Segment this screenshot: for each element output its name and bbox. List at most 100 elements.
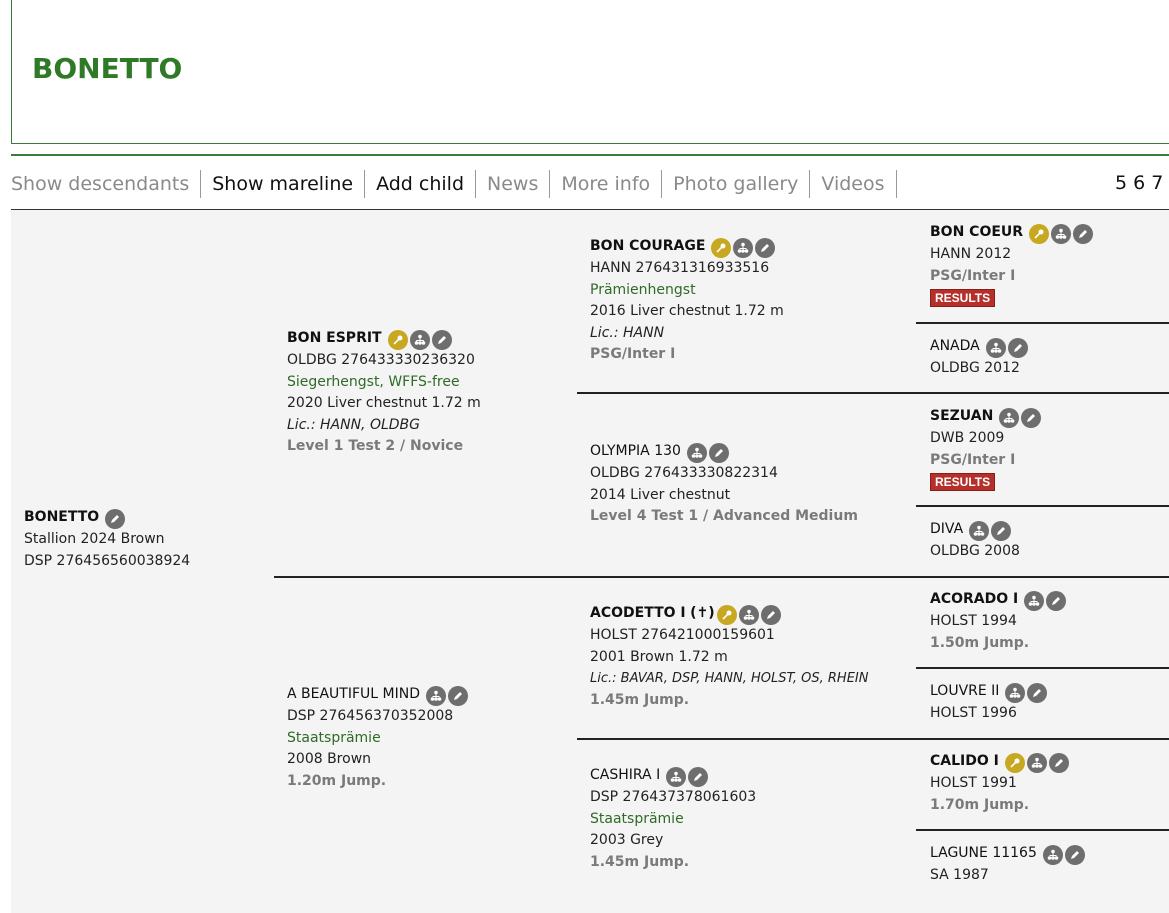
horse-dam-sire: ACODETTO I (✝) HOLST 276421000159601 200… bbox=[590, 603, 868, 711]
horse-name-link[interactable]: SEZUAN bbox=[930, 408, 993, 424]
divider bbox=[916, 505, 1169, 507]
divider bbox=[577, 738, 1169, 740]
horse-reg: HANN 276431316933516 bbox=[590, 260, 770, 276]
deceased-cross: (✝) bbox=[690, 605, 715, 621]
key-icon[interactable] bbox=[1029, 224, 1050, 244]
pedigree-icon[interactable] bbox=[686, 443, 707, 463]
horse-sss: BON COEUR HANN 2012 PSG/Inter I RESULTS bbox=[930, 222, 1094, 310]
horse-reg: OLDBG 276433330822314 bbox=[590, 465, 778, 481]
nav-show-mareline[interactable]: Show mareline bbox=[201, 170, 366, 198]
nav-add-child[interactable]: Add child bbox=[365, 170, 477, 198]
horse-info: 2001 Brown 1.72 m bbox=[590, 648, 728, 665]
pedigree-icon[interactable] bbox=[999, 408, 1020, 428]
edit-icon[interactable] bbox=[1021, 408, 1042, 428]
edit-icon[interactable] bbox=[760, 605, 781, 625]
horse-reg: DWB 2009 bbox=[930, 430, 1005, 446]
header-box: BONETTO bbox=[11, 0, 1169, 144]
horse-name-link[interactable]: CALIDO I bbox=[930, 753, 999, 769]
divider bbox=[577, 392, 1169, 394]
horse-name-link[interactable]: BON COURAGE bbox=[590, 238, 705, 254]
pedigree-icon[interactable] bbox=[1024, 591, 1045, 611]
horse-reg: DSP 276437378061603 bbox=[590, 789, 757, 805]
pedigree-icon[interactable] bbox=[1005, 683, 1026, 703]
horse-info: 2008 Brown bbox=[287, 751, 372, 767]
edit-icon[interactable] bbox=[1007, 338, 1028, 358]
action-nav: Show descendants Show mareline Add child… bbox=[11, 168, 897, 200]
edit-icon[interactable] bbox=[448, 686, 468, 706]
horse-sdd: DIVA OLDBG 2008 bbox=[930, 519, 1020, 563]
horse-name-link[interactable]: DIVA bbox=[930, 521, 963, 537]
horse-name-link[interactable]: A BEAUTIFUL MIND bbox=[287, 686, 420, 702]
horse-performance: Level 1 Test 2 / Novice bbox=[287, 438, 464, 454]
nav-videos[interactable]: Videos bbox=[810, 170, 897, 198]
horse-name-link[interactable]: OLYMPIA 130 bbox=[590, 443, 681, 459]
key-icon[interactable] bbox=[1004, 753, 1025, 773]
horse-name-link[interactable]: ACORADO I bbox=[930, 591, 1018, 607]
horse-info: 2014 Liver chestnut bbox=[590, 486, 731, 503]
horse-reg: DSP 276456560038924 bbox=[24, 552, 191, 569]
horse-name-link[interactable]: BON ESPRIT bbox=[287, 330, 382, 346]
horse-licence: Lic.: BAVAR, DSP, HANN, HOLST, OS, RHEIN bbox=[590, 671, 869, 686]
horse-sds: SEZUAN DWB 2009 PSG/Inter I RESULTS bbox=[930, 406, 1042, 494]
horse-info: Stallion 2024 Brown bbox=[24, 531, 165, 547]
edit-icon[interactable] bbox=[1064, 845, 1085, 865]
edit-icon[interactable] bbox=[1027, 683, 1048, 703]
horse-performance: PSG/Inter I bbox=[590, 346, 676, 362]
generation-pager[interactable]: 5 6 7 8 bbox=[1115, 172, 1169, 194]
divider bbox=[11, 154, 1169, 156]
edit-icon[interactable] bbox=[105, 509, 126, 529]
horse-sire-dam: OLYMPIA 130 OLDBG 276433330822314 2014 L… bbox=[590, 441, 858, 528]
horse-name-link[interactable]: ACODETTO I bbox=[590, 605, 686, 621]
key-icon[interactable] bbox=[711, 238, 732, 258]
horse-name-link[interactable]: LAGUNE 11165 bbox=[930, 845, 1037, 861]
pedigree-icon[interactable] bbox=[1026, 753, 1047, 773]
horse-name-link[interactable]: BONETTO bbox=[24, 509, 99, 525]
horse-reg: OLDBG 2008 bbox=[930, 543, 1020, 559]
pedigree-icon[interactable] bbox=[426, 686, 446, 706]
horse-sire-sire: BON COURAGE HANN 276431316933516 Prämien… bbox=[590, 236, 784, 366]
results-button[interactable]: RESULTS bbox=[930, 473, 996, 491]
horse-name-link[interactable]: ANADA bbox=[930, 338, 980, 354]
horse-performance: 1.45m Jump. bbox=[590, 691, 690, 708]
horse-name-link[interactable]: BON COEUR bbox=[930, 224, 1023, 240]
horse-info: 2020 Liver chestnut 1.72 m bbox=[287, 395, 481, 411]
pedigree-icon[interactable] bbox=[969, 521, 990, 541]
edit-icon[interactable] bbox=[1048, 753, 1069, 773]
divider bbox=[916, 667, 1169, 669]
nav-more-info[interactable]: More info bbox=[550, 170, 663, 198]
nav-news[interactable]: News bbox=[476, 170, 551, 198]
horse-performance: PSG/Inter I bbox=[930, 451, 1016, 468]
horse-name-link[interactable]: LOUVRE II bbox=[930, 683, 999, 699]
horse-performance: 1.45m Jump. bbox=[590, 853, 690, 870]
edit-icon[interactable] bbox=[431, 330, 452, 350]
horse-ddd: LAGUNE 11165 SA 1987 bbox=[930, 843, 1085, 887]
results-button[interactable]: RESULTS bbox=[930, 289, 996, 307]
edit-icon[interactable] bbox=[1046, 591, 1067, 611]
edit-icon[interactable] bbox=[755, 238, 776, 258]
divider bbox=[11, 209, 1169, 210]
pedigree-icon[interactable] bbox=[666, 767, 687, 787]
pedigree-icon[interactable] bbox=[1042, 845, 1063, 865]
horse-info: 2016 Liver chestnut 1.72 m bbox=[590, 303, 784, 319]
nav-show-descendants[interactable]: Show descendants bbox=[11, 170, 202, 198]
nav-photo-gallery[interactable]: Photo gallery bbox=[662, 170, 811, 198]
horse-name-link[interactable]: CASHIRA I bbox=[590, 767, 660, 783]
horse-performance: Level 4 Test 1 / Advanced Medium bbox=[590, 508, 858, 524]
key-icon[interactable] bbox=[716, 605, 737, 625]
edit-icon[interactable] bbox=[708, 443, 729, 463]
horse-subject: BONETTO Stallion 2024 Brown DSP 27645656… bbox=[24, 507, 190, 572]
horse-ssd: ANADA OLDBG 2012 bbox=[930, 336, 1028, 380]
horse-reg: OLDBG 276433330236320 bbox=[287, 352, 475, 368]
pedigree-icon[interactable] bbox=[738, 605, 759, 625]
pedigree-icon[interactable] bbox=[409, 330, 430, 350]
horse-dsd: LOUVRE II HOLST 1996 bbox=[930, 681, 1048, 725]
divider bbox=[916, 829, 1169, 831]
pedigree-icon[interactable] bbox=[1051, 224, 1072, 244]
edit-icon[interactable] bbox=[688, 767, 709, 787]
page-title: BONETTO bbox=[32, 52, 183, 85]
edit-icon[interactable] bbox=[1073, 224, 1094, 244]
key-icon[interactable] bbox=[387, 330, 408, 350]
edit-icon[interactable] bbox=[991, 521, 1012, 541]
pedigree-icon[interactable] bbox=[733, 238, 754, 258]
pedigree-icon[interactable] bbox=[985, 338, 1006, 358]
